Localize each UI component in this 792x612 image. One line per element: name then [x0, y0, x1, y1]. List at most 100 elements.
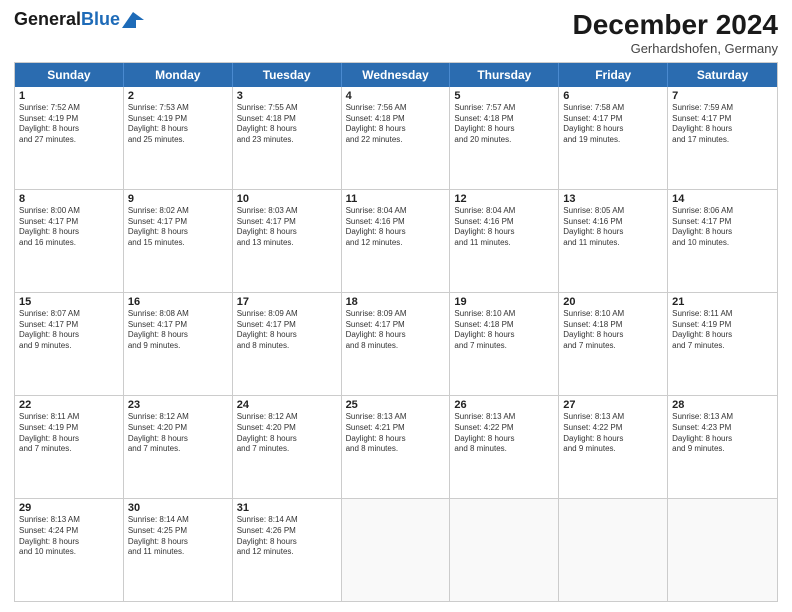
cell-line: Sunrise: 8:08 AM	[128, 309, 228, 320]
day-number: 11	[346, 193, 446, 205]
cell-line: Daylight: 8 hours	[563, 434, 663, 445]
cell-line: Sunset: 4:25 PM	[128, 526, 228, 537]
cell-line: Daylight: 8 hours	[19, 124, 119, 135]
cell-line: and 9 minutes.	[128, 341, 228, 352]
cell-line: Sunset: 4:19 PM	[19, 114, 119, 125]
cell-line: Sunset: 4:20 PM	[237, 423, 337, 434]
header-day-saturday: Saturday	[668, 63, 777, 87]
cell-line: Sunrise: 8:13 AM	[454, 412, 554, 423]
day-number: 2	[128, 90, 228, 102]
cell-line: Sunset: 4:17 PM	[672, 114, 773, 125]
day-number: 18	[346, 296, 446, 308]
cell-line: Daylight: 8 hours	[237, 227, 337, 238]
cell-line: Daylight: 8 hours	[346, 227, 446, 238]
cell-line: Sunrise: 8:09 AM	[237, 309, 337, 320]
logo-blue: Blue	[81, 9, 120, 29]
day-cell-2: 2Sunrise: 7:53 AMSunset: 4:19 PMDaylight…	[124, 87, 233, 189]
day-number: 27	[563, 399, 663, 411]
cell-line: Sunrise: 8:05 AM	[563, 206, 663, 217]
day-number: 23	[128, 399, 228, 411]
day-cell-1: 1Sunrise: 7:52 AMSunset: 4:19 PMDaylight…	[15, 87, 124, 189]
cell-line: Sunset: 4:17 PM	[346, 320, 446, 331]
cell-line: Sunset: 4:19 PM	[128, 114, 228, 125]
cell-line: and 7 minutes.	[237, 444, 337, 455]
cell-line: Sunset: 4:19 PM	[672, 320, 773, 331]
cell-line: Sunset: 4:17 PM	[19, 320, 119, 331]
empty-cell	[342, 499, 451, 601]
cell-line: Daylight: 8 hours	[237, 434, 337, 445]
cell-line: Sunset: 4:18 PM	[454, 114, 554, 125]
day-cell-19: 19Sunrise: 8:10 AMSunset: 4:18 PMDayligh…	[450, 293, 559, 395]
header-day-tuesday: Tuesday	[233, 63, 342, 87]
day-cell-22: 22Sunrise: 8:11 AMSunset: 4:19 PMDayligh…	[15, 396, 124, 498]
day-cell-7: 7Sunrise: 7:59 AMSunset: 4:17 PMDaylight…	[668, 87, 777, 189]
day-number: 21	[672, 296, 773, 308]
logo-text: GeneralBlue	[14, 10, 120, 28]
day-cell-31: 31Sunrise: 8:14 AMSunset: 4:26 PMDayligh…	[233, 499, 342, 601]
calendar-row-2: 8Sunrise: 8:00 AMSunset: 4:17 PMDaylight…	[15, 190, 777, 293]
day-number: 28	[672, 399, 773, 411]
cell-line: Daylight: 8 hours	[346, 434, 446, 445]
day-cell-14: 14Sunrise: 8:06 AMSunset: 4:17 PMDayligh…	[668, 190, 777, 292]
day-cell-15: 15Sunrise: 8:07 AMSunset: 4:17 PMDayligh…	[15, 293, 124, 395]
day-cell-5: 5Sunrise: 7:57 AMSunset: 4:18 PMDaylight…	[450, 87, 559, 189]
day-number: 10	[237, 193, 337, 205]
day-number: 13	[563, 193, 663, 205]
cell-line: Sunset: 4:18 PM	[237, 114, 337, 125]
day-number: 4	[346, 90, 446, 102]
day-number: 3	[237, 90, 337, 102]
cell-line: Sunset: 4:20 PM	[128, 423, 228, 434]
day-cell-13: 13Sunrise: 8:05 AMSunset: 4:16 PMDayligh…	[559, 190, 668, 292]
cell-line: Sunrise: 7:53 AM	[128, 103, 228, 114]
cell-line: Sunrise: 8:13 AM	[672, 412, 773, 423]
day-number: 8	[19, 193, 119, 205]
cell-line: Daylight: 8 hours	[672, 330, 773, 341]
cell-line: Daylight: 8 hours	[237, 537, 337, 548]
day-cell-11: 11Sunrise: 8:04 AMSunset: 4:16 PMDayligh…	[342, 190, 451, 292]
header-day-thursday: Thursday	[450, 63, 559, 87]
cell-line: Daylight: 8 hours	[128, 434, 228, 445]
cell-line: Sunrise: 8:13 AM	[563, 412, 663, 423]
cell-line: and 8 minutes.	[346, 444, 446, 455]
cell-line: and 10 minutes.	[19, 547, 119, 558]
cell-line: Sunrise: 8:04 AM	[454, 206, 554, 217]
cell-line: Sunrise: 7:55 AM	[237, 103, 337, 114]
cell-line: Daylight: 8 hours	[128, 537, 228, 548]
day-number: 17	[237, 296, 337, 308]
cell-line: Sunset: 4:22 PM	[563, 423, 663, 434]
header: GeneralBlue December 2024 Gerhardshofen,…	[14, 10, 778, 56]
day-number: 19	[454, 296, 554, 308]
cell-line: Sunset: 4:19 PM	[19, 423, 119, 434]
cell-line: Sunset: 4:18 PM	[454, 320, 554, 331]
day-cell-6: 6Sunrise: 7:58 AMSunset: 4:17 PMDaylight…	[559, 87, 668, 189]
month-title: December 2024	[573, 10, 778, 41]
cell-line: and 16 minutes.	[19, 238, 119, 249]
cell-line: Daylight: 8 hours	[19, 227, 119, 238]
cell-line: Sunset: 4:22 PM	[454, 423, 554, 434]
calendar-row-4: 22Sunrise: 8:11 AMSunset: 4:19 PMDayligh…	[15, 396, 777, 499]
cell-line: Sunset: 4:16 PM	[346, 217, 446, 228]
cell-line: Sunrise: 8:00 AM	[19, 206, 119, 217]
day-number: 30	[128, 502, 228, 514]
cell-line: and 8 minutes.	[237, 341, 337, 352]
cell-line: and 23 minutes.	[237, 135, 337, 146]
cell-line: and 19 minutes.	[563, 135, 663, 146]
day-cell-3: 3Sunrise: 7:55 AMSunset: 4:18 PMDaylight…	[233, 87, 342, 189]
cell-line: Sunrise: 7:57 AM	[454, 103, 554, 114]
day-number: 1	[19, 90, 119, 102]
cell-line: Sunrise: 8:11 AM	[19, 412, 119, 423]
cell-line: Sunset: 4:17 PM	[237, 217, 337, 228]
cell-line: Daylight: 8 hours	[672, 124, 773, 135]
day-number: 15	[19, 296, 119, 308]
cell-line: Sunrise: 8:09 AM	[346, 309, 446, 320]
day-cell-30: 30Sunrise: 8:14 AMSunset: 4:25 PMDayligh…	[124, 499, 233, 601]
cell-line: Sunrise: 8:06 AM	[672, 206, 773, 217]
calendar: SundayMondayTuesdayWednesdayThursdayFrid…	[14, 62, 778, 602]
cell-line: and 11 minutes.	[128, 547, 228, 558]
cell-line: Sunrise: 8:02 AM	[128, 206, 228, 217]
day-cell-12: 12Sunrise: 8:04 AMSunset: 4:16 PMDayligh…	[450, 190, 559, 292]
cell-line: Daylight: 8 hours	[128, 227, 228, 238]
cell-line: Sunset: 4:17 PM	[128, 217, 228, 228]
day-number: 26	[454, 399, 554, 411]
calendar-header: SundayMondayTuesdayWednesdayThursdayFrid…	[15, 63, 777, 87]
